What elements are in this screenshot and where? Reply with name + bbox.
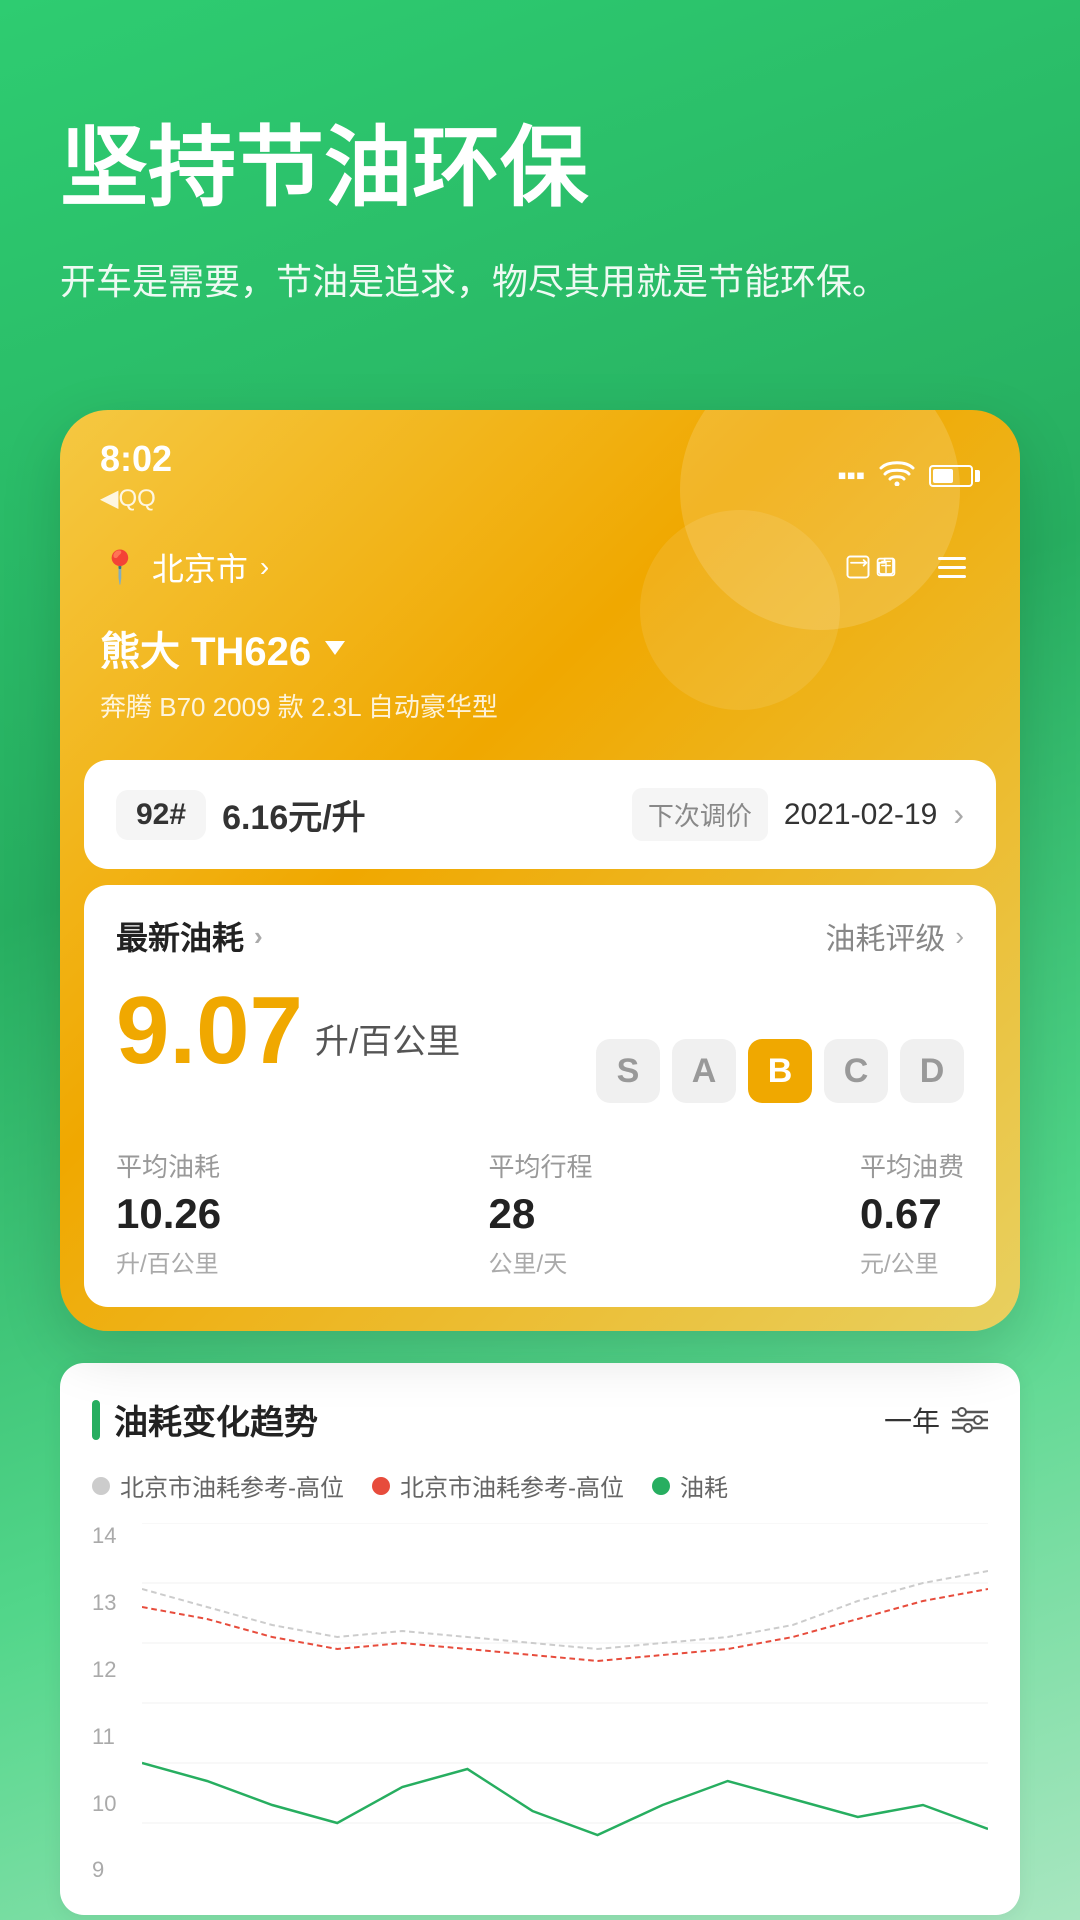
signal-icon: ▪▪▪ [837, 460, 865, 491]
chevron-right-icon: › [260, 551, 269, 583]
stat-item: 平均行程 28 公里/天 [489, 1147, 593, 1279]
fuel-price: 6.16元/升 [222, 790, 366, 839]
car-name[interactable]: 熊大 TH626 [100, 619, 980, 677]
stats-bottom: 平均油耗 10.26 升/百公里 平均行程 28 公里/天 平均油费 0.67 … [116, 1147, 964, 1279]
fuel-chevron-right-icon: › [953, 796, 964, 833]
stat-unit: 公里/天 [489, 1244, 593, 1279]
rating-badges: SABCD [596, 1039, 964, 1111]
hero-subtitle: 开车是需要，节油是追求，物尽其用就是节能环保。 [60, 253, 1020, 311]
main-fuel-value: 9.07 [116, 983, 303, 1079]
chart-header: 油耗变化趋势 一年 [92, 1395, 988, 1444]
stat-label: 平均行程 [489, 1147, 593, 1184]
main-fuel-display: 9.07 升/百公里 [116, 983, 460, 1079]
status-app: ◀QQ [100, 484, 172, 513]
chart-period[interactable]: 一年 [884, 1400, 988, 1440]
rating-badge-b[interactable]: B [748, 1039, 812, 1103]
pin-icon: 📍 [100, 548, 140, 586]
car-name-text: 熊大 TH626 [100, 619, 311, 677]
stat-label: 平均油费 [860, 1147, 964, 1184]
chart-container: 14 13 12 11 10 9 [92, 1523, 988, 1883]
status-time: 8:02 [100, 438, 172, 480]
stats-title[interactable]: 最新油耗 › [116, 913, 263, 959]
dropdown-arrow-icon [325, 641, 345, 655]
filter-icon [952, 1406, 988, 1434]
y-label: 12 [92, 1657, 116, 1683]
wifi-icon [879, 458, 915, 493]
legend-item: 北京市油耗参考-高位 [92, 1468, 344, 1503]
legend-item: 油耗 [652, 1468, 728, 1503]
y-label: 11 [92, 1724, 116, 1750]
phone-card: 8:02 ◀QQ ▪▪▪ 📍 北京 [60, 410, 1020, 1331]
chart-area [142, 1523, 988, 1883]
chart-legend: 北京市油耗参考-高位北京市油耗参考-高位油耗 [92, 1468, 988, 1503]
car-model: 奔腾 B70 2009 款 2.3L 自动豪华型 [100, 687, 980, 724]
chart-title-bar [92, 1400, 100, 1440]
location-bar: 📍 北京市 › [60, 523, 1020, 611]
stats-title-chevron-icon: › [254, 921, 263, 952]
chart-y-labels: 14 13 12 11 10 9 [92, 1523, 126, 1883]
chart-title: 油耗变化趋势 [92, 1395, 318, 1444]
stat-item: 平均油耗 10.26 升/百公里 [116, 1147, 221, 1279]
status-left: 8:02 ◀QQ [100, 438, 172, 513]
stat-value: 10.26 [116, 1190, 221, 1238]
battery-icon [929, 465, 980, 487]
rating-badge-a[interactable]: A [672, 1039, 736, 1103]
y-label: 14 [92, 1523, 116, 1549]
hero-section: 坚持节油环保 开车是需要，节油是追求，物尽其用就是节能环保。 [0, 0, 1080, 370]
fuel-price-card[interactable]: 92# 6.16元/升 下次调价 2021-02-19 › [84, 760, 996, 869]
next-adjust-label: 下次调价 [632, 788, 768, 841]
location-actions [844, 539, 980, 595]
stat-item: 平均油费 0.67 元/公里 [860, 1147, 964, 1279]
stats-card: 最新油耗 › 油耗评级 › 9.07 升/百公里 SABCD 平均油耗 10.2… [84, 885, 996, 1307]
y-label: 10 [92, 1791, 116, 1817]
status-bar: 8:02 ◀QQ ▪▪▪ [60, 410, 1020, 523]
status-right: ▪▪▪ [837, 458, 980, 493]
stat-label: 平均油耗 [116, 1147, 221, 1184]
fuel-grade: 92# [116, 790, 206, 840]
rating-badge-s[interactable]: S [596, 1039, 660, 1103]
rating-badge-c[interactable]: C [824, 1039, 888, 1103]
cards-area: 92# 6.16元/升 下次调价 2021-02-19 › 最新油耗 › 油耗评… [60, 740, 1020, 1331]
stats-header: 最新油耗 › 油耗评级 › [116, 913, 964, 959]
stats-rating-chevron-icon: › [955, 921, 964, 952]
car-info: 熊大 TH626 奔腾 B70 2009 款 2.3L 自动豪华型 [60, 611, 1020, 740]
stat-value: 28 [489, 1190, 593, 1238]
stat-unit: 升/百公里 [116, 1244, 221, 1279]
stat-value: 0.67 [860, 1190, 964, 1238]
legend-item: 北京市油耗参考-高位 [372, 1468, 624, 1503]
hero-title: 坚持节油环保 [60, 120, 1020, 217]
menu-button[interactable] [924, 539, 980, 595]
y-label: 13 [92, 1590, 116, 1616]
stats-rating[interactable]: 油耗评级 › [825, 914, 964, 958]
rating-badge-d[interactable]: D [900, 1039, 964, 1103]
share-button[interactable] [844, 539, 900, 595]
y-label: 9 [92, 1857, 116, 1883]
location-left[interactable]: 📍 北京市 › [100, 544, 269, 590]
next-adjust-date: 2021-02-19 [784, 798, 937, 832]
chart-card: 油耗变化趋势 一年 北京市油耗参考-高位北京市油耗参考-高位油耗 1413121… [60, 1363, 1020, 1915]
city-name: 北京市 [152, 544, 248, 590]
next-adjust: 下次调价 2021-02-19 [632, 788, 937, 841]
main-fuel-unit: 升/百公里 [315, 1014, 460, 1079]
stat-unit: 元/公里 [860, 1244, 964, 1279]
